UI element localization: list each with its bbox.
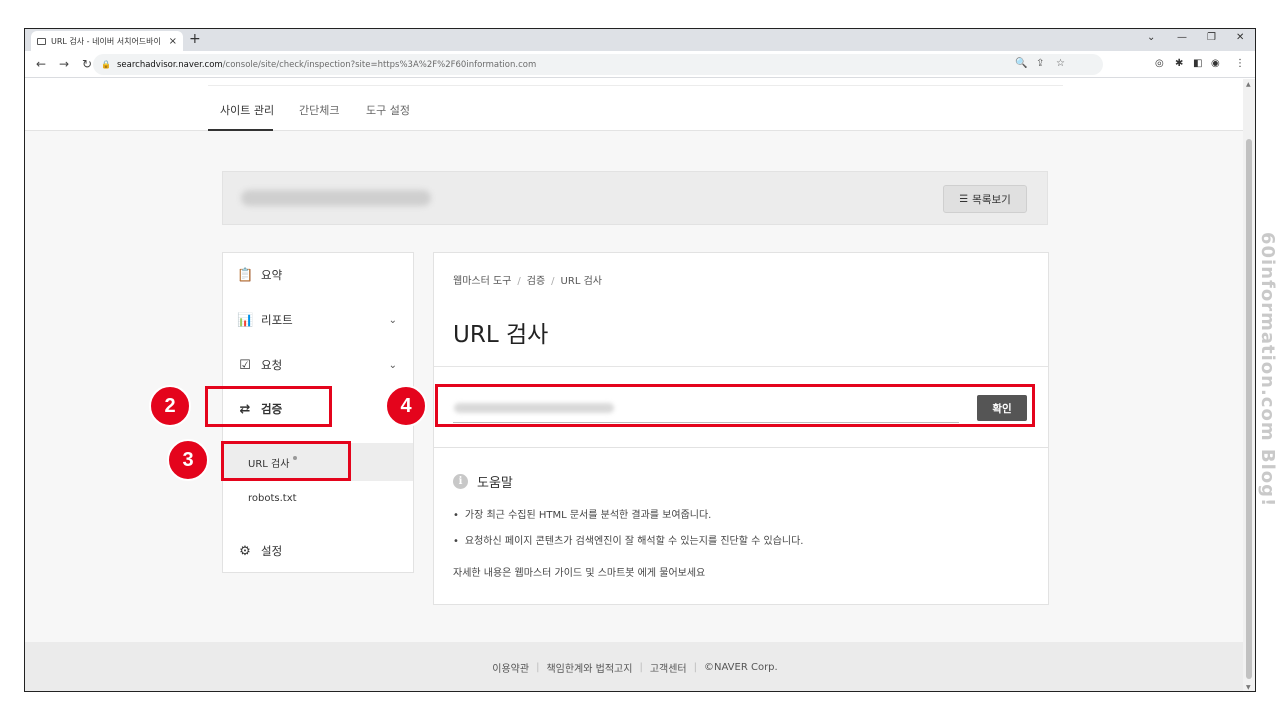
url-host: searchadvisor.naver.com [116, 59, 223, 70]
subitem-robots-txt[interactable]: robots.txt [248, 493, 297, 504]
top-navigation: 사이트 관리 간단체크 도구 설정 [25, 79, 1245, 131]
top-divider [208, 85, 1063, 86]
scroll-up-icon[interactable]: ▲ [1246, 81, 1251, 88]
bar-chart-icon: 📊 [237, 312, 254, 328]
forward-arrow-icon[interactable]: → [57, 57, 71, 71]
sidebar-item-settings[interactable]: ⚙ 설정 [237, 543, 282, 559]
reload-icon[interactable]: ↻ [80, 57, 94, 71]
chevron-down-icon[interactable]: ⌄ [389, 315, 397, 326]
annotation-badge-2: 2 [149, 385, 191, 427]
watermark-text: 60information.com Blog! [1257, 232, 1278, 508]
list-icon: ☰ [959, 193, 969, 205]
sidebar-item-label: 요약 [261, 268, 283, 282]
checkbox-icon: ☑ [239, 357, 251, 373]
tab-close-icon[interactable]: × [169, 36, 177, 47]
browser-window: URL 검사 - 네이버 서치어드바이 × + ⌄ — ❐ ✕ ← → ↻ 🔒 … [24, 28, 1256, 692]
address-bar-row: ← → ↻ 🔒 searchadvisor.naver.com /console… [25, 51, 1255, 78]
breadcrumb: 웹마스터 도구 / 검증 / URL 검사 [453, 276, 602, 287]
camera-extension-icon[interactable]: ◎ [1155, 58, 1164, 69]
annotation-box-url-input [435, 384, 1035, 427]
profile-avatar-icon[interactable]: ◉ [1211, 58, 1220, 69]
active-tab-underline [208, 129, 273, 131]
sidebar-item-label: 설정 [261, 544, 283, 558]
tab-title: URL 검사 - 네이버 서치어드바이 [51, 36, 161, 46]
restore-icon[interactable]: ❐ [1207, 32, 1216, 43]
help-bullet: 가장 최근 수집된 HTML 문서를 분석한 결과를 보여줍니다. [453, 506, 711, 521]
lock-icon: 🔒 [101, 60, 111, 69]
blurred-site-url [241, 190, 431, 206]
gear-icon: ⚙ [239, 543, 251, 559]
list-view-label: 목록보기 [972, 193, 1011, 206]
breadcrumb-url-inspection: URL 검사 [560, 276, 602, 287]
annotation-box-verify [205, 386, 332, 427]
chevron-down-icon[interactable]: ⌄ [389, 360, 397, 371]
annotation-badge-3: 3 [167, 439, 209, 481]
sidebar-item-summary[interactable]: 📋 요약 [237, 267, 282, 283]
zoom-icon[interactable]: 🔍 [1015, 58, 1027, 69]
site-selector-bar: ☰ 목록보기 [222, 171, 1048, 225]
help-note: 자세한 내용은 웹마스터 가이드 및 스마트봇 에게 물어보세요 [453, 568, 706, 579]
url-path: /console/site/check/inspection?site=http… [222, 59, 537, 70]
annotation-badge-4: 4 [385, 385, 427, 427]
share-icon[interactable]: ⇪ [1036, 58, 1044, 69]
browser-tab[interactable]: URL 검사 - 네이버 서치어드바이 × [31, 31, 183, 51]
tab-quick-check[interactable]: 간단체크 [299, 102, 339, 118]
back-arrow-icon[interactable]: ← [34, 57, 48, 71]
page-title: URL 검사 [453, 322, 549, 348]
scrollbar-thumb[interactable] [1246, 139, 1252, 679]
clipboard-icon: 📋 [237, 267, 254, 283]
minimize-icon[interactable]: — [1177, 32, 1187, 43]
scroll-down-icon[interactable]: ▼ [1246, 684, 1251, 691]
scrollbar[interactable]: ▲ ▼ [1243, 79, 1255, 691]
section-divider [434, 366, 1048, 367]
side-panel-icon[interactable]: ◧ [1193, 58, 1202, 69]
footer-link-legal[interactable]: 책임한계와 법적고지 [546, 660, 632, 675]
close-window-icon[interactable]: ✕ [1236, 32, 1244, 43]
tab-search-icon[interactable]: ⌄ [1147, 32, 1155, 43]
breadcrumb-webmaster[interactable]: 웹마스터 도구 [453, 276, 511, 287]
tab-tool-settings[interactable]: 도구 설정 [366, 102, 410, 118]
tab-bar: URL 검사 - 네이버 서치어드바이 × + ⌄ — ❐ ✕ [25, 29, 1255, 51]
new-tab-button[interactable]: + [189, 31, 201, 47]
tab-site-management[interactable]: 사이트 관리 [220, 102, 274, 118]
address-input[interactable]: 🔒 searchadvisor.naver.com /console/site/… [93, 54, 1103, 75]
list-view-button[interactable]: ☰ 목록보기 [943, 185, 1027, 213]
sidebar-item-label: 요청 [261, 358, 283, 372]
footer-copyright: ©NAVER Corp. [704, 662, 778, 673]
footer-link-terms[interactable]: 이용약관 [492, 660, 529, 675]
subitem-label: robots.txt [248, 493, 297, 504]
sidebar-item-report[interactable]: 📊 리포트 [237, 312, 293, 328]
extensions-puzzle-icon[interactable]: ✱ [1175, 58, 1183, 69]
help-bullet: 요청하신 페이지 콘텐츠가 검색엔진이 잘 해석할 수 있는지를 진단할 수 있… [453, 532, 804, 547]
footer: 이용약관 | 책임한계와 법적고지 | 고객센터 | ©NAVER Corp. [25, 642, 1245, 691]
info-icon: i [453, 474, 468, 489]
help-panel: i 도움말 가장 최근 수집된 HTML 문서를 분석한 결과를 보여줍니다. … [433, 447, 1049, 605]
annotation-box-url-inspection [221, 441, 351, 481]
help-title: i 도움말 [453, 472, 513, 491]
sidebar-item-request[interactable]: ☑ 요청 [237, 357, 282, 373]
footer-link-support[interactable]: 고객센터 [650, 660, 687, 675]
sidebar-item-label: 리포트 [261, 313, 293, 327]
help-title-text: 도움말 [477, 476, 513, 491]
breadcrumb-verify[interactable]: 검증 [527, 276, 545, 287]
more-menu-icon[interactable]: ⋮ [1235, 58, 1245, 69]
bookmark-star-icon[interactable]: ☆ [1056, 58, 1065, 69]
page-favicon-icon [37, 37, 46, 45]
